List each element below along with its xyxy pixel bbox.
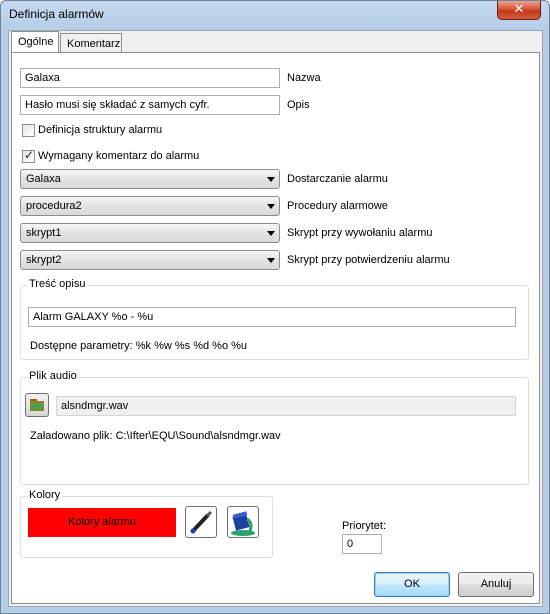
script-confirm-select-value: skrypt2 <box>26 254 62 266</box>
folder-icon <box>30 399 44 411</box>
pen-icon <box>190 510 213 534</box>
chevron-down-icon <box>267 231 275 236</box>
colors-group: Kolory Kolory alarmu <box>20 489 273 558</box>
script-call-select[interactable]: skrypt1 <box>20 223 280 243</box>
paint-bucket-icon <box>231 511 255 536</box>
description-template-input[interactable]: Alarm GALAXY %o - %u <box>28 307 516 327</box>
close-button[interactable]: ✕ <box>497 1 541 20</box>
available-params-text: Dostępne parametry: %k %w %s %d %o %u <box>30 340 248 352</box>
window-title: Definicja alarmów <box>9 7 104 21</box>
script-call-label: Skrypt przy wywołaniu alarmu <box>287 227 433 239</box>
delivery-label: Dostarczanie alarmu <box>287 173 388 185</box>
close-icon: ✕ <box>513 2 525 17</box>
comment-required-checkbox[interactable]: ✓ <box>22 148 35 163</box>
procedures-select[interactable]: procedura2 <box>20 196 280 216</box>
alarm-color-swatch[interactable]: Kolory alarmu <box>28 508 176 537</box>
alarm-color-swatch-label: Kolory alarmu <box>68 516 136 528</box>
ok-button-label: OK <box>404 578 420 590</box>
description-group-title: Treść opisu <box>27 278 88 290</box>
text-color-button[interactable] <box>185 506 217 538</box>
comment-required-checkbox-label: Wymagany komentarz do alarmu <box>38 150 200 162</box>
dialog-window: Definicja alarmów ✕ Ogólne Komentarz Gal… <box>0 0 550 614</box>
cancel-button[interactable]: Anuluj <box>458 572 534 597</box>
priority-label: Priorytet: <box>342 520 387 532</box>
priority-input[interactable]: 0 <box>342 534 382 554</box>
colors-group-title: Kolory <box>27 489 63 501</box>
description-group: Treść opisu Alarm GALAXY %o - %u Dostępn… <box>20 278 529 360</box>
delivery-select[interactable]: Galaxa <box>20 169 280 189</box>
tab-general[interactable]: Ogólne <box>11 31 59 53</box>
tab-comment[interactable]: Komentarz <box>60 33 122 53</box>
chevron-down-icon <box>267 177 275 182</box>
procedures-label: Procedury alarmowe <box>287 200 388 212</box>
loaded-file-text: Załadowano plik: C:\Ifter\EQU\Sound\alsn… <box>30 430 281 442</box>
chevron-down-icon <box>267 204 275 209</box>
tab-label: Komentarz <box>67 38 121 50</box>
title-bar[interactable]: Definicja alarmów ✕ <box>1 1 549 27</box>
cancel-button-label: Anuluj <box>480 578 512 590</box>
description-input[interactable]: Hasło musi się składać z samych cyfr. <box>20 95 280 115</box>
audio-group: Plik audio alsndmgr.wav Załadowano plik:… <box>20 370 529 485</box>
delivery-select-value: Galaxa <box>26 173 61 185</box>
dialog-client-area: Ogólne Komentarz Galaxa Nazwa Hasło musi… <box>8 30 543 607</box>
description-label: Opis <box>287 99 310 111</box>
browse-audio-button[interactable] <box>25 393 49 417</box>
structure-checkbox-label: Definicja struktury alarmu <box>38 124 163 136</box>
script-call-select-value: skrypt1 <box>26 227 62 239</box>
audio-file-field: alsndmgr.wav <box>56 396 516 416</box>
tab-label: Ogólne <box>18 36 54 48</box>
script-confirm-label: Skrypt przy potwierdzeniu alarmu <box>287 254 450 266</box>
script-confirm-select[interactable]: skrypt2 <box>20 250 280 270</box>
tab-panel-general: Galaxa Nazwa Hasło musi się składać z sa… <box>11 52 540 604</box>
chevron-down-icon <box>267 258 275 263</box>
procedures-select-value: procedura2 <box>26 200 82 212</box>
audio-group-title: Plik audio <box>27 370 79 382</box>
name-label: Nazwa <box>287 72 321 84</box>
name-input[interactable]: Galaxa <box>20 68 280 88</box>
fill-color-button[interactable] <box>227 506 259 538</box>
checkmark-icon: ✓ <box>24 148 35 162</box>
ok-button[interactable]: OK <box>374 572 450 597</box>
structure-checkbox[interactable] <box>22 124 35 137</box>
